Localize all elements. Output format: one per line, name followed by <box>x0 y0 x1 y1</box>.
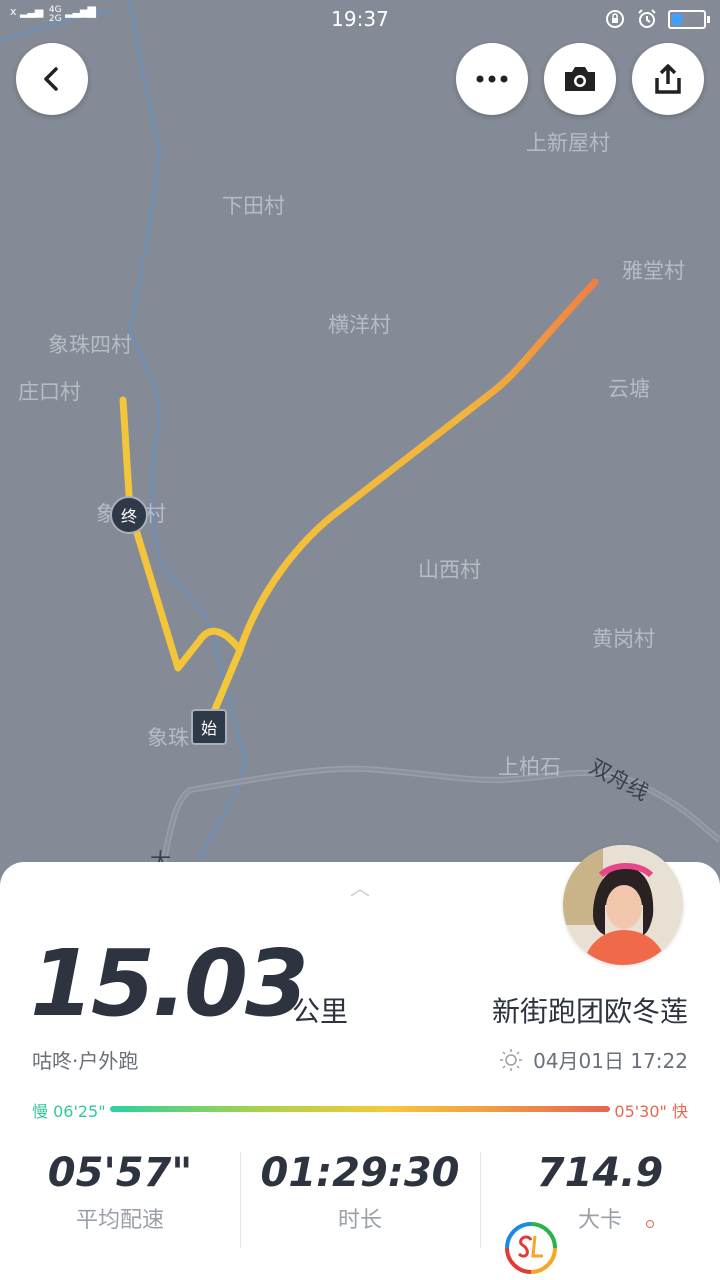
camera-button[interactable] <box>544 43 616 115</box>
share-button[interactable] <box>632 43 704 115</box>
avatar-photo <box>563 845 683 965</box>
lock-rotation-icon <box>606 10 624 28</box>
place-label: 象珠 <box>147 726 189 750</box>
place-label: 横洋村 <box>328 313 391 337</box>
place-label: 庄口村 <box>18 380 81 404</box>
battery-icon <box>668 9 710 29</box>
distance-unit: 公里 <box>292 995 349 1028</box>
pace-fast-label: 05'30" 快 <box>614 1102 688 1121</box>
stat-label: 时长 <box>337 1208 382 1233</box>
place-label: 象珠四村 <box>48 333 132 357</box>
back-icon <box>44 67 58 91</box>
status-bar: x ▂▃▅ 4G 2G ▂▃▅▇ 19:37 <box>0 0 720 38</box>
place-label: 上新屋村 <box>526 131 610 155</box>
share-icon <box>655 64 681 94</box>
back-button[interactable] <box>16 43 88 115</box>
stat-value: 714.9 <box>536 1150 664 1196</box>
user-name: 新街跑团欧冬莲 <box>491 995 688 1028</box>
distance-value: 15.03 <box>30 930 309 1037</box>
stat-value: 01:29:30 <box>260 1150 460 1196</box>
pace-gradient-bar <box>110 1106 610 1112</box>
start-marker[interactable]: 始 <box>191 709 227 745</box>
route-path-return <box>119 396 244 672</box>
datetime-text: 04月01日 17:22 <box>533 1049 688 1073</box>
stat-label: 平均配速 <box>75 1208 164 1233</box>
alarm-icon <box>638 9 656 28</box>
place-label: 村 <box>145 502 166 526</box>
place-label: 黄岗村 <box>592 627 655 651</box>
route-map[interactable]: 上新屋村 下田村 雅堂村 横洋村 象珠四村 庄口村 云塘 象 村 山西村 黄岗村… <box>0 0 720 900</box>
dot-marker <box>646 1220 654 1228</box>
place-label: 下田村 <box>222 194 285 218</box>
workout-datetime: 04月01日 17:22 <box>499 1045 688 1074</box>
route-path-main <box>204 278 599 730</box>
pace-slow-label: 慢 06'25" <box>32 1102 106 1121</box>
place-label: 云塘 <box>608 377 650 401</box>
stat-value: 05'57" <box>47 1150 193 1196</box>
more-button[interactable] <box>456 43 528 115</box>
stat-duration: 01:29:30 时长 <box>240 1150 480 1234</box>
stat-avg-pace: 05'57" 平均配速 <box>0 1150 240 1234</box>
camera-icon <box>565 67 595 91</box>
end-marker[interactable]: 终 <box>110 496 148 534</box>
more-icon <box>476 75 508 83</box>
sun-icon <box>500 1048 523 1071</box>
place-label: 山西村 <box>418 558 481 582</box>
watermark-logo-icon <box>505 1222 557 1274</box>
place-label: 雅堂村 <box>622 259 685 283</box>
battery-level <box>672 13 682 25</box>
avatar[interactable] <box>563 845 683 965</box>
place-label: 上柏石 <box>498 755 561 779</box>
sport-type: 咕咚·户外跑 <box>32 1049 139 1073</box>
